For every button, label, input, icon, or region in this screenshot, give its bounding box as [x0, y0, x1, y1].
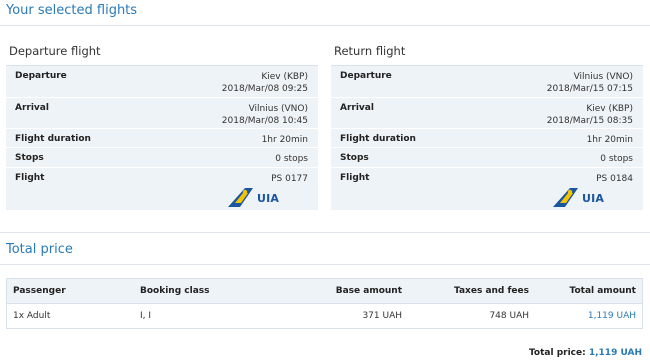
airline-logo-icon: UIA [551, 187, 605, 209]
departure-airport: Kiev (KBP) [261, 72, 308, 82]
total-amount-cell: 1,119 UAH [535, 304, 643, 329]
flight-row: Flight PS 0177 UIA [6, 167, 318, 211]
return-flight-details: Departure Vilnius (VNO) 2018/Mar/15 07:1… [331, 65, 643, 210]
duration-label: Flight duration [340, 134, 416, 144]
total-amount-link[interactable]: 1,119 UAH [588, 311, 636, 321]
duration-label: Flight duration [15, 134, 91, 144]
stops-row: Stops 0 stops [331, 147, 643, 168]
departure-flight-card: Departure flight Departure Kiev (KBP) 20… [6, 40, 318, 210]
arrival-label: Arrival [340, 103, 374, 113]
return-flight-card: Return flight Departure Vilnius (VNO) 20… [331, 40, 643, 210]
duration-value: 1hr 20min [586, 135, 633, 145]
airline-logo-text: UIA [582, 192, 605, 205]
divider [0, 264, 650, 265]
divider [0, 232, 650, 233]
stops-label: Stops [340, 153, 369, 163]
total-price-amount: 1,119 UAH [588, 348, 642, 358]
arrival-airport: Kiev (KBP) [586, 104, 633, 114]
duration-row: Flight duration 1hr 20min [331, 128, 643, 148]
stops-label: Stops [15, 153, 44, 163]
flight-row: Flight PS 0184 UIA [331, 167, 643, 211]
total-price-label: Total price: [528, 348, 586, 358]
departure-label: Departure [15, 71, 67, 81]
base-amount-cell: 371 UAH [362, 311, 402, 321]
total-price-summary: Total price: 1,119 UAH [529, 348, 642, 358]
booking-class-cell: I, I [140, 311, 152, 321]
stops-value: 0 stops [600, 154, 633, 164]
column-header-passenger: Passenger [6, 278, 134, 304]
taxes-cell: 748 UAH [489, 311, 529, 321]
total-price-heading: Total price [6, 242, 73, 257]
departure-flight-title: Departure flight [9, 44, 101, 58]
departure-value: Vilnius (VNO) 2018/Mar/15 07:15 [547, 71, 633, 95]
column-header-taxes: Taxes and fees [408, 278, 535, 304]
duration-row: Flight duration 1hr 20min [6, 128, 318, 148]
passenger-cell: 1x Adult [13, 311, 51, 321]
arrival-value: Kiev (KBP) 2018/Mar/15 08:35 [547, 103, 633, 127]
departure-airport: Vilnius (VNO) [573, 72, 633, 82]
arrival-airport: Vilnius (VNO) [248, 104, 308, 114]
arrival-time: 2018/Mar/15 08:35 [546, 116, 633, 126]
flight-label: Flight [15, 173, 45, 183]
column-header-base-amount: Base amount [296, 278, 408, 304]
arrival-row: Arrival Vilnius (VNO) 2018/Mar/08 10:45 [6, 97, 318, 129]
airline-logo-text: UIA [257, 192, 280, 205]
arrival-row: Arrival Kiev (KBP) 2018/Mar/15 08:35 [331, 97, 643, 129]
stops-row: Stops 0 stops [6, 147, 318, 168]
arrival-time: 2018/Mar/08 10:45 [221, 116, 308, 126]
duration-value: 1hr 20min [261, 135, 308, 145]
departure-label: Departure [340, 71, 392, 81]
departure-flight-details: Departure Kiev (KBP) 2018/Mar/08 09:25 A… [6, 65, 318, 210]
column-header-booking-class: Booking class [134, 278, 296, 304]
departure-time: 2018/Mar/08 09:25 [221, 84, 308, 94]
table-row: 1x Adult I, I 371 UAH 748 UAH 1,119 UAH [7, 304, 643, 329]
stops-value: 0 stops [275, 154, 308, 164]
table-header-row: Passenger Booking class Base amount Taxe… [6, 278, 643, 304]
arrival-value: Vilnius (VNO) 2018/Mar/08 10:45 [222, 103, 308, 127]
airline-logo-icon: UIA [226, 187, 280, 209]
departure-value: Kiev (KBP) 2018/Mar/08 09:25 [222, 71, 308, 95]
column-header-total: Total amount [535, 278, 643, 304]
arrival-label: Arrival [15, 103, 49, 113]
flight-number: PS 0177 [271, 174, 308, 184]
flight-label: Flight [340, 173, 370, 183]
flight-number: PS 0184 [596, 174, 633, 184]
departure-row: Departure Vilnius (VNO) 2018/Mar/15 07:1… [331, 66, 643, 96]
price-breakdown-table: Passenger Booking class Base amount Taxe… [6, 278, 643, 329]
departure-time: 2018/Mar/15 07:15 [546, 84, 633, 94]
selected-flights-heading: Your selected flights [6, 3, 138, 18]
return-flight-title: Return flight [334, 44, 406, 58]
departure-row: Departure Kiev (KBP) 2018/Mar/08 09:25 [6, 66, 318, 96]
divider [0, 25, 650, 26]
